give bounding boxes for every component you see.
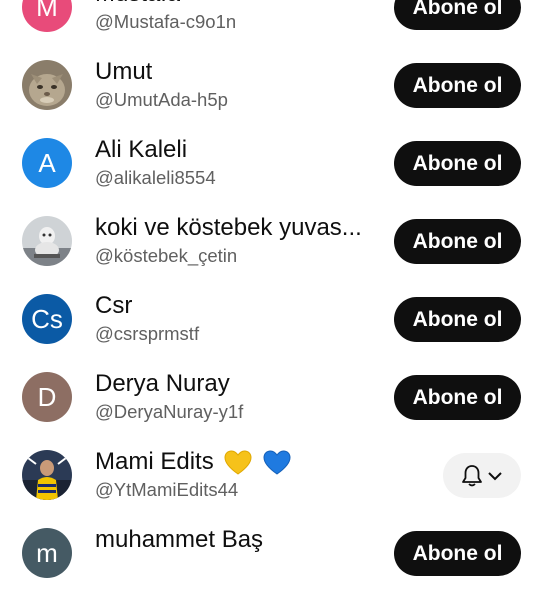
yellow-heart-icon [224, 450, 252, 475]
avatar[interactable]: m [22, 528, 72, 578]
chevron-down-icon [488, 471, 502, 480]
photo-avatar[interactable] [22, 216, 72, 266]
channel-name[interactable]: muhammet Baş [95, 526, 263, 554]
avatar-letter: M [36, 0, 58, 22]
channel-handle: @UmutAda-h5p [95, 89, 228, 110]
avatar[interactable]: Cs [22, 294, 72, 344]
avatar-letter: A [38, 147, 56, 178]
subscribe-button[interactable]: Abone ol [394, 531, 521, 576]
avatar-letter: Cs [31, 303, 63, 334]
channel-row[interactable]: M Mustafa @Mustafa-c9o1n Abone ol [0, 0, 543, 46]
channel-name[interactable]: Mami Edits [95, 448, 291, 476]
channel-row[interactable]: D Derya Nuray @DeryaNuray-y1f Abone ol [0, 358, 543, 436]
channel-name[interactable]: Derya Nuray [95, 370, 230, 398]
channel-name[interactable]: Ali Kaleli [95, 136, 187, 164]
channel-name-text: Mami Edits [95, 448, 214, 475]
channel-name[interactable]: Csr [95, 292, 132, 320]
bell-icon [462, 464, 482, 486]
channel-row[interactable]: Mami Edits @YtMamiEdits44 [0, 436, 543, 514]
subscribe-button[interactable]: Abone ol [394, 63, 521, 108]
channel-list: M Mustafa @Mustafa-c9o1n Abone ol Umut @… [0, 0, 543, 592]
avatar[interactable]: M [22, 0, 72, 32]
notification-settings-button[interactable] [443, 453, 521, 498]
cat-photo-avatar[interactable] [22, 60, 72, 110]
channel-row[interactable]: koki ve köstebek yuvas... @köstebek_çeti… [0, 202, 543, 280]
channel-handle: @DeryaNuray-y1f [95, 401, 244, 422]
channel-name[interactable]: Umut [95, 58, 152, 86]
avatar-letter: m [36, 537, 58, 568]
blue-heart-icon [263, 450, 291, 475]
channel-row[interactable]: Cs Csr @csrsprmstf Abone ol [0, 280, 543, 358]
channel-name[interactable]: Mustafa [95, 0, 180, 8]
subscribe-button[interactable]: Abone ol [394, 141, 521, 186]
avatar[interactable]: D [22, 372, 72, 422]
subscribe-button[interactable]: Abone ol [394, 0, 521, 30]
subscribe-button[interactable]: Abone ol [394, 375, 521, 420]
subscribe-button[interactable]: Abone ol [394, 219, 521, 264]
channel-row[interactable]: m muhammet Baş Abone ol [0, 514, 543, 592]
channel-row[interactable]: A Ali Kaleli @alikaleli8554 Abone ol [0, 124, 543, 202]
avatar[interactable]: A [22, 138, 72, 188]
avatar-letter: D [37, 381, 57, 412]
channel-handle: @YtMamiEdits44 [95, 479, 239, 500]
subscribe-button[interactable]: Abone ol [394, 297, 521, 342]
football-player-avatar[interactable] [22, 450, 72, 500]
channel-name[interactable]: koki ve köstebek yuvas... [95, 214, 362, 242]
channel-handle: @csrsprmstf [95, 323, 200, 344]
channel-handle: @köstebek_çetin [95, 245, 238, 266]
channel-row[interactable]: Umut @UmutAda-h5p Abone ol [0, 46, 543, 124]
channel-handle: @Mustafa-c9o1n [95, 11, 237, 32]
channel-handle: @alikaleli8554 [95, 167, 216, 188]
